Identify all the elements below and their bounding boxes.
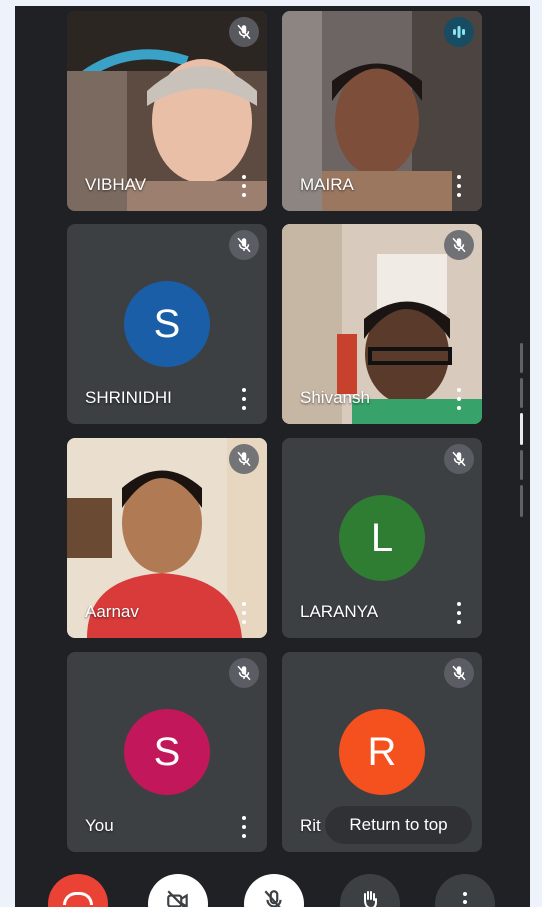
participant-name: MAIRA (300, 175, 354, 194)
more-options-button[interactable] (435, 874, 495, 907)
camera-off-icon (167, 890, 188, 907)
participant-tile-aarnav[interactable]: Aarnav (67, 438, 267, 638)
end-call-icon (63, 892, 93, 905)
avatar-initial: S (153, 301, 181, 346)
camera-toggle-button[interactable] (148, 874, 208, 907)
participant-tile-shivansh[interactable]: Shivansh (282, 224, 482, 424)
mic-toggle-button[interactable] (244, 874, 304, 907)
raise-hand-button[interactable] (340, 874, 400, 907)
muted-icon (229, 230, 259, 260)
participant-name: SHRINIDHI (85, 388, 172, 407)
more-options-icon[interactable] (456, 602, 462, 624)
avatar-initial: S (153, 729, 181, 774)
participant-tile-vibhav[interactable]: VIBHAV (67, 11, 267, 211)
participant-tile-you[interactable]: S You (67, 652, 267, 852)
meeting-screen: VIBHAV MAIRA S SHRINIDHI Shivansh Aarnav… (15, 6, 530, 907)
more-options-icon[interactable] (241, 816, 247, 838)
scrollbar[interactable] (520, 343, 523, 373)
scrollbar[interactable] (520, 378, 523, 408)
participant-name: Rit (300, 816, 321, 835)
muted-icon (444, 658, 474, 688)
return-to-top-label: Return to top (349, 815, 448, 834)
participant-name: You (85, 816, 114, 835)
avatar: L (339, 495, 425, 581)
avatar-initial: L (370, 515, 394, 560)
muted-icon (444, 230, 474, 260)
avatar: S (124, 281, 210, 367)
more-options-icon[interactable] (241, 602, 247, 624)
avatar: R (339, 709, 425, 795)
more-options-icon[interactable] (456, 388, 462, 410)
avatar-initial: R (367, 729, 397, 774)
muted-icon (444, 444, 474, 474)
scrollbar[interactable] (520, 485, 523, 517)
more-options-icon[interactable] (241, 175, 247, 197)
more-options-icon[interactable] (456, 175, 462, 197)
participant-name: LARANYA (300, 602, 379, 621)
participant-tile-shrinidhi[interactable]: S SHRINIDHI (67, 224, 267, 424)
muted-icon (229, 444, 259, 474)
participant-name: Aarnav (85, 602, 139, 621)
participant-name: Shivansh (300, 388, 370, 407)
more-options-icon[interactable] (241, 388, 247, 410)
scrollbar-thumb[interactable] (520, 413, 523, 445)
scrollbar[interactable] (520, 450, 523, 480)
participant-tile-laranya[interactable]: L LARANYA (282, 438, 482, 638)
raise-hand-icon (364, 891, 377, 907)
mic-off-icon (264, 890, 282, 907)
participant-tile-maira[interactable]: MAIRA (282, 11, 482, 211)
muted-icon (229, 658, 259, 688)
muted-icon (229, 17, 259, 47)
end-call-button[interactable] (48, 874, 108, 907)
return-to-top-button[interactable]: Return to top (325, 806, 472, 844)
participant-name: VIBHAV (85, 175, 147, 194)
more-options-icon (463, 892, 467, 896)
speaking-indicator-icon (444, 17, 474, 47)
avatar: S (124, 709, 210, 795)
